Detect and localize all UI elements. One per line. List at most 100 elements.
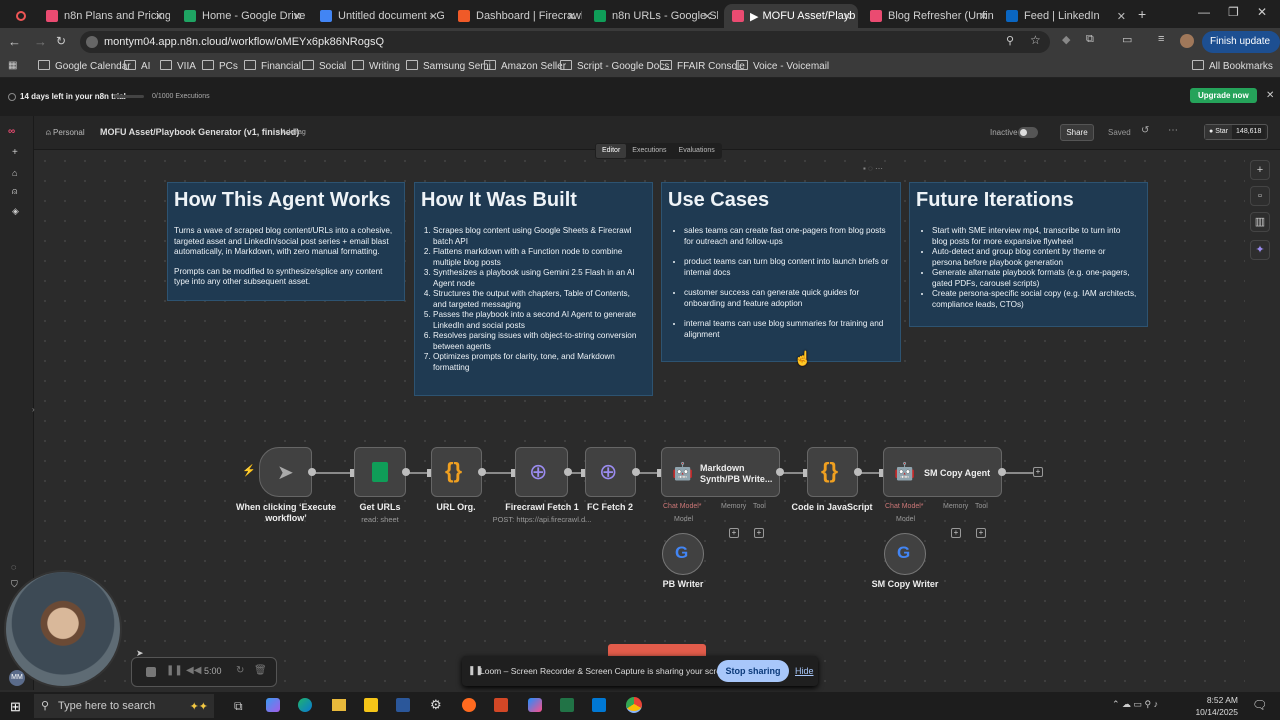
node-markdown-synth-agent[interactable]: 🤖 Markdown Synth/PB Write... bbox=[661, 447, 780, 497]
settings-gear-icon[interactable]: ⚙ bbox=[430, 697, 442, 713]
tab-evaluations[interactable]: Evaluations bbox=[673, 144, 721, 158]
workflow-name[interactable]: MOFU Asset/Playbook Generator (v1, finis… bbox=[100, 127, 299, 137]
node-pb-writer-model[interactable]: G bbox=[662, 533, 704, 575]
tab-n8n-pricing[interactable]: n8n Plans and Pricing - n✕ bbox=[38, 4, 170, 28]
workflow-canvas[interactable]: Editor Executions Evaluations ▪ ◌ ⋯ How … bbox=[32, 143, 1245, 690]
shield-icon[interactable]: ⛉ bbox=[11, 579, 18, 590]
output-handle[interactable] bbox=[308, 468, 316, 476]
bookmark-item[interactable]: Google Calendar bbox=[38, 60, 131, 72]
word-icon[interactable] bbox=[396, 698, 410, 712]
apps-grid-icon[interactable]: ▦ bbox=[8, 60, 17, 71]
bookmark-item[interactable]: PCs bbox=[202, 60, 238, 72]
add-memory-button[interactable]: + bbox=[729, 528, 739, 538]
add-next-node-button[interactable]: + bbox=[1033, 467, 1043, 477]
add-tool-button[interactable]: + bbox=[754, 528, 764, 538]
clock-date[interactable]: 10/14/2025 bbox=[1188, 707, 1238, 717]
rewind-icon[interactable]: ◀◀ bbox=[186, 665, 201, 676]
add-memory-button[interactable]: + bbox=[951, 528, 961, 538]
user-icon[interactable]: ⍝ bbox=[12, 186, 17, 197]
bookmark-item[interactable]: Samsung Semi bbox=[406, 60, 491, 72]
zoom-in-icon[interactable]: + bbox=[1250, 160, 1270, 180]
tab-executions[interactable]: Executions bbox=[626, 144, 672, 158]
output-handle[interactable] bbox=[478, 468, 486, 476]
all-bookmarks-button[interactable]: All Bookmarks bbox=[1192, 60, 1273, 72]
system-tray-icons[interactable]: ⌃ ☁ ▭ ⚲ ♪ bbox=[1112, 699, 1158, 710]
search-icon[interactable]: ⚲ bbox=[1006, 34, 1014, 47]
close-icon[interactable]: ✕ bbox=[1117, 10, 1126, 23]
tab-mofu-active[interactable]: ▶ MOFU Asset/Playb ✕ bbox=[724, 4, 858, 28]
project-breadcrumb[interactable]: ⍝ Personal bbox=[46, 128, 85, 138]
tab-firecrawl[interactable]: Dashboard | Firecrawl ✕ bbox=[450, 4, 582, 28]
url-input[interactable]: montym04.app.n8n.cloud/workflow/oMEYx6pk… bbox=[80, 31, 1050, 53]
bookmark-item[interactable]: Social bbox=[302, 60, 346, 72]
bookmark-item[interactable]: VIIA bbox=[160, 60, 196, 72]
clock-time[interactable]: 8:52 AM bbox=[1204, 695, 1238, 705]
app-icon[interactable] bbox=[494, 698, 508, 712]
output-handle[interactable] bbox=[632, 468, 640, 476]
node-code-javascript[interactable]: {} bbox=[807, 447, 858, 497]
restart-icon[interactable]: ↻ bbox=[236, 665, 244, 676]
tab-google-doc[interactable]: Untitled document - Goo✕ bbox=[312, 4, 444, 28]
layers-icon[interactable]: ◈ bbox=[12, 206, 19, 217]
close-icon[interactable]: ✕ bbox=[703, 10, 712, 23]
help-icon[interactable]: ◌ bbox=[11, 562, 16, 572]
upgrade-button[interactable]: Upgrade now bbox=[1190, 88, 1257, 103]
sticky-note-icon[interactable]: ▫ bbox=[1250, 186, 1270, 206]
node-get-urls[interactable] bbox=[354, 447, 406, 497]
back-icon[interactable]: ← bbox=[8, 34, 21, 49]
bookmark-star-icon[interactable]: ☆ bbox=[1030, 33, 1041, 47]
close-icon[interactable]: ✕ bbox=[567, 10, 576, 23]
minimize-button[interactable]: — bbox=[1198, 5, 1210, 19]
sticky-how-it-works[interactable]: How This Agent Works Turns a wave of scr… bbox=[167, 182, 405, 301]
tab-google-sheet[interactable]: n8n URLs - Google Sheet✕ bbox=[586, 4, 718, 28]
hide-button[interactable]: Hide bbox=[795, 666, 814, 676]
cast-icon[interactable]: ▭ bbox=[1122, 33, 1132, 46]
tab-blog-refresher[interactable]: Blog Refresher (Unfini ✕ bbox=[862, 4, 994, 28]
bookmark-item[interactable]: Amazon Seller bbox=[484, 60, 566, 72]
tab-editor[interactable]: Editor bbox=[596, 144, 627, 158]
github-star-button[interactable]: ● Star 148,618 bbox=[1204, 124, 1268, 140]
history-icon[interactable]: ↺ bbox=[1141, 125, 1149, 136]
sticky-toolbar-icons[interactable]: ▪ ◌ ⋯ bbox=[863, 164, 883, 173]
pause-icon[interactable]: ❚❚ bbox=[166, 665, 183, 676]
collapse-sidebar-icon[interactable]: › bbox=[32, 405, 35, 414]
node-url-org[interactable]: {} bbox=[431, 447, 482, 497]
panel-toggle-icon[interactable]: ▥ bbox=[1250, 212, 1270, 232]
edge-icon[interactable] bbox=[298, 698, 312, 712]
recorder-arrow-icon[interactable]: ➤ bbox=[136, 648, 144, 659]
stop-sharing-button[interactable]: Stop sharing bbox=[717, 660, 789, 682]
add-tool-button[interactable]: + bbox=[976, 528, 986, 538]
media-icon[interactable]: ≡ bbox=[1158, 33, 1164, 45]
active-toggle[interactable] bbox=[1018, 127, 1038, 138]
add-icon[interactable]: + bbox=[12, 147, 18, 158]
copilot-icon[interactable] bbox=[266, 698, 280, 712]
browser-menu-icon[interactable] bbox=[14, 4, 28, 28]
close-icon[interactable]: ✕ bbox=[843, 10, 852, 23]
file-explorer-icon[interactable] bbox=[332, 699, 346, 711]
sticky-future-iterations[interactable]: Future Iterations Start with SME intervi… bbox=[909, 182, 1148, 327]
close-icon[interactable]: ✕ bbox=[293, 10, 302, 23]
output-handle[interactable] bbox=[776, 468, 784, 476]
close-banner-icon[interactable]: ✕ bbox=[1266, 90, 1274, 101]
trash-icon[interactable]: 🗑 bbox=[254, 665, 267, 676]
close-icon[interactable]: ✕ bbox=[429, 10, 438, 23]
bookmark-item[interactable]: Script - Google Docs bbox=[560, 60, 669, 72]
node-fc-fetch-2[interactable]: ⊕ bbox=[585, 447, 636, 497]
profile-avatar[interactable] bbox=[1180, 34, 1194, 48]
tab-google-drive[interactable]: Home - Google Drive ✕ bbox=[176, 4, 308, 28]
add-tag-button[interactable]: + Add tag bbox=[276, 129, 306, 136]
site-info-icon[interactable] bbox=[86, 36, 98, 48]
output-handle[interactable] bbox=[854, 468, 862, 476]
reload-icon[interactable]: ↻ bbox=[56, 34, 66, 48]
sticky-use-cases[interactable]: Use Cases sales teams can create fast on… bbox=[661, 182, 901, 362]
n8n-logo[interactable]: ∞ bbox=[8, 126, 15, 137]
output-handle[interactable] bbox=[998, 468, 1006, 476]
bookmark-item[interactable]: Writing bbox=[352, 60, 400, 72]
tab-linkedin[interactable]: Feed | LinkedIn ✕ bbox=[998, 4, 1132, 28]
close-icon[interactable]: ✕ bbox=[155, 10, 164, 23]
ai-assistant-icon[interactable]: ✦ bbox=[1250, 240, 1270, 260]
share-button[interactable]: Share bbox=[1060, 124, 1094, 141]
forward-icon[interactable]: → bbox=[34, 34, 47, 49]
extension-icon[interactable]: ◆ bbox=[1062, 33, 1070, 46]
sticky-how-it-was-built[interactable]: How It Was Built Scrapes blog content us… bbox=[414, 182, 653, 396]
